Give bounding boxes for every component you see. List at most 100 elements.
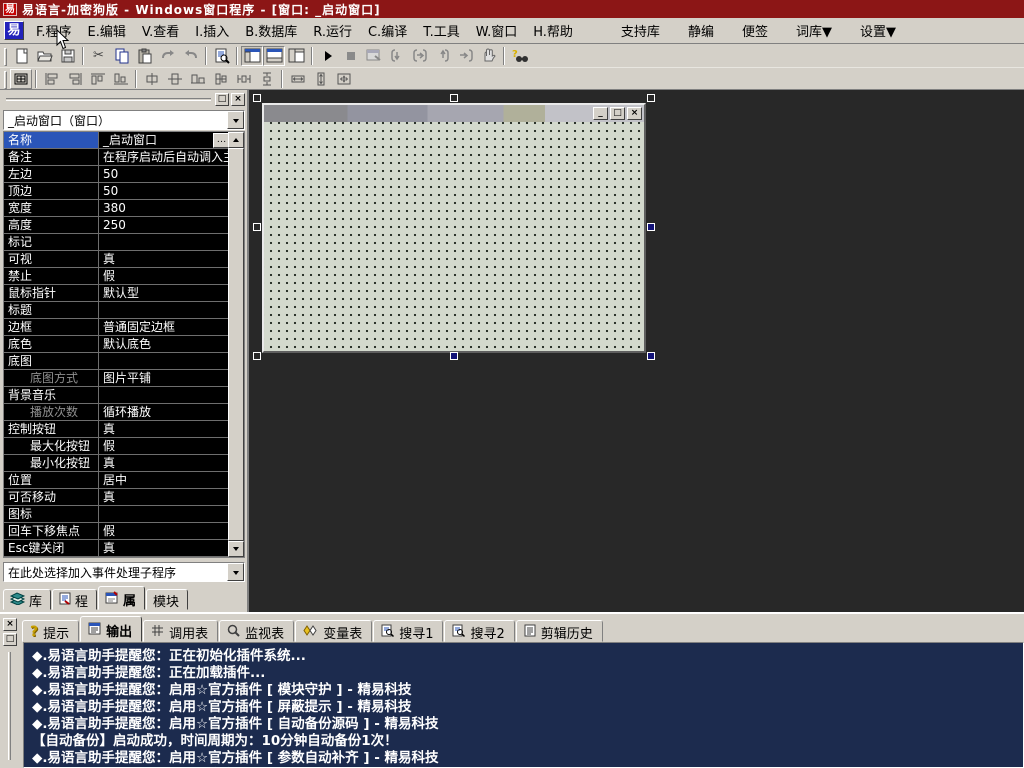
- selection-handle-bottom-left[interactable]: [253, 352, 261, 360]
- toolbar-grip[interactable]: [4, 48, 7, 66]
- property-value[interactable]: …: [99, 302, 230, 318]
- title-bar[interactable]: 易 易语言-加密狗版 - Windows窗口程序 - [窗口: _启动窗口]: [0, 0, 1024, 18]
- run-button[interactable]: [316, 45, 339, 66]
- tab-support-libraries[interactable]: 库: [3, 589, 51, 610]
- property-row[interactable]: 位置 居中 …: [4, 472, 230, 489]
- step-over-button[interactable]: [408, 45, 431, 66]
- same-height-button[interactable]: [309, 68, 332, 89]
- property-row[interactable]: 底图方式 图片平铺 …: [4, 370, 230, 387]
- panel-drag-handle[interactable]: [6, 98, 211, 101]
- debug-window-button[interactable]: [362, 45, 385, 66]
- same-size-button[interactable]: [332, 68, 355, 89]
- property-row[interactable]: 最小化按钮 真 …: [4, 455, 230, 472]
- property-value[interactable]: 真 …: [99, 251, 230, 267]
- tab-clip-history[interactable]: 剪辑历史: [516, 620, 603, 642]
- toolbar-grip[interactable]: [4, 71, 7, 89]
- center-horizontal-button[interactable]: [140, 68, 163, 89]
- space-equal-v-button[interactable]: [255, 68, 278, 89]
- output-close-button[interactable]: ×: [3, 618, 17, 631]
- menu-compile[interactable]: C.编译: [360, 18, 415, 43]
- property-row[interactable]: 名称 _启动窗口 …: [4, 132, 230, 149]
- output-maximize-button[interactable]: □: [3, 633, 17, 646]
- tab-search-2[interactable]: 搜寻2: [444, 620, 514, 642]
- layout-full-button[interactable]: [285, 45, 308, 66]
- align-left-button[interactable]: [40, 68, 63, 89]
- open-button[interactable]: [33, 45, 56, 66]
- property-value[interactable]: 循环播放 …: [99, 404, 230, 420]
- tab-properties[interactable]: 属: [98, 586, 145, 610]
- selection-handle-middle-right[interactable]: [647, 223, 655, 231]
- menu-help[interactable]: H.帮助: [525, 18, 581, 43]
- dropdown-button[interactable]: [227, 563, 244, 581]
- menu-database[interactable]: B.数据库: [237, 18, 305, 43]
- property-value[interactable]: 图片平铺 …: [99, 370, 230, 386]
- property-row[interactable]: 边框 普通固定边框 …: [4, 319, 230, 336]
- property-value[interactable]: 380 …: [99, 200, 230, 216]
- menu-dictionary[interactable]: 词库▼: [788, 18, 840, 43]
- property-value[interactable]: …: [99, 353, 230, 369]
- property-value[interactable]: 在程序启动后自动调入主 …: [99, 149, 230, 165]
- property-value[interactable]: …: [99, 234, 230, 250]
- menu-logo-icon[interactable]: 易: [4, 21, 24, 40]
- property-row[interactable]: 左边 50 …: [4, 166, 230, 183]
- align-top-button[interactable]: [86, 68, 109, 89]
- tab-modules[interactable]: 模块: [146, 589, 188, 610]
- property-value[interactable]: 50 …: [99, 166, 230, 182]
- same-width-button[interactable]: [286, 68, 309, 89]
- property-row[interactable]: 宽度 380 …: [4, 200, 230, 217]
- property-value[interactable]: 普通固定边框 …: [99, 319, 230, 335]
- undo-button[interactable]: [179, 45, 202, 66]
- tab-watch-table[interactable]: 监视表: [219, 620, 294, 642]
- property-row[interactable]: 备注 在程序启动后自动调入主 …: [4, 149, 230, 166]
- selection-handle-top-left[interactable]: [253, 94, 261, 102]
- cut-button[interactable]: ✂: [87, 45, 110, 66]
- layout-both-panels-button[interactable]: [241, 46, 263, 66]
- property-value[interactable]: _启动窗口 …: [99, 132, 230, 148]
- property-row[interactable]: 底色 默认底色 …: [4, 336, 230, 353]
- property-value[interactable]: …: [99, 506, 230, 522]
- tab-call-table[interactable]: 调用表: [143, 620, 218, 642]
- menu-run[interactable]: R.运行: [305, 18, 360, 43]
- new-button[interactable]: [10, 45, 33, 66]
- selection-handle-top-middle[interactable]: [450, 94, 458, 102]
- center-vertical-button[interactable]: [163, 68, 186, 89]
- property-value[interactable]: 假 …: [99, 268, 230, 284]
- property-row[interactable]: 可视 真 …: [4, 251, 230, 268]
- property-value[interactable]: 默认底色 …: [99, 336, 230, 352]
- property-row[interactable]: Esc键关闭 真 …: [4, 540, 230, 557]
- align-middle-h-button[interactable]: [186, 68, 209, 89]
- step-into-button[interactable]: [385, 45, 408, 66]
- help-search-button[interactable]: ?: [508, 45, 531, 66]
- menu-settings[interactable]: 设置▼: [852, 18, 904, 43]
- scroll-down-button[interactable]: [228, 541, 244, 557]
- menu-program[interactable]: F.程序: [28, 18, 80, 43]
- property-scrollbar[interactable]: [228, 132, 244, 557]
- property-row[interactable]: 可否移动 真 …: [4, 489, 230, 506]
- property-value[interactable]: 真 …: [99, 489, 230, 505]
- selection-handle-middle-left[interactable]: [253, 223, 261, 231]
- panel-close-button[interactable]: ×: [231, 93, 245, 106]
- align-bottom-button[interactable]: [109, 68, 132, 89]
- object-selector[interactable]: _启动窗口（窗口）: [3, 110, 245, 130]
- property-row[interactable]: 高度 250 …: [4, 217, 230, 234]
- property-value[interactable]: 50 …: [99, 183, 230, 199]
- form-body-grid[interactable]: [264, 122, 644, 351]
- menu-support-lib[interactable]: 支持库: [613, 18, 668, 43]
- scrollbar-thumb[interactable]: [228, 148, 244, 541]
- form-designer[interactable]: _ □ ×: [249, 90, 1024, 612]
- pause-button[interactable]: [477, 45, 500, 66]
- tab-variable-table[interactable]: 变量表: [295, 620, 372, 642]
- align-middle-v-button[interactable]: [209, 68, 232, 89]
- panel-maximize-button[interactable]: □: [215, 93, 229, 106]
- tab-output[interactable]: 输出: [80, 616, 142, 642]
- designed-form[interactable]: _ □ ×: [262, 103, 646, 353]
- find-button[interactable]: [210, 45, 233, 66]
- property-value[interactable]: 真 …: [99, 540, 230, 556]
- property-row[interactable]: 底图 …: [4, 353, 230, 370]
- form-grid-button[interactable]: [10, 69, 32, 89]
- property-value[interactable]: …: [99, 387, 230, 403]
- property-row[interactable]: 背景音乐 …: [4, 387, 230, 404]
- menu-static-compile[interactable]: 静编: [680, 18, 722, 43]
- property-value[interactable]: 250 …: [99, 217, 230, 233]
- property-row[interactable]: 顶边 50 …: [4, 183, 230, 200]
